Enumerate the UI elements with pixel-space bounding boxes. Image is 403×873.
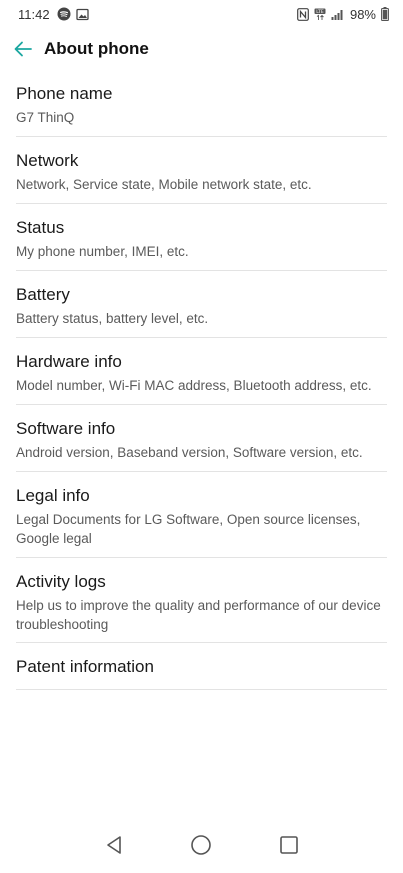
status-time: 11:42 <box>18 6 50 22</box>
about-phone-screen: 11:42 LTE 98% About phone Phone name G7 … <box>0 0 403 873</box>
status-left: 11:42 <box>18 7 89 22</box>
item-title: Battery <box>16 285 70 304</box>
list-item-battery[interactable]: Battery Battery status, battery level, e… <box>16 271 387 338</box>
item-title: Activity logs <box>16 572 106 591</box>
svg-text:LTE: LTE <box>316 9 324 15</box>
navigation-bar <box>0 817 403 873</box>
list-item-status[interactable]: Status My phone number, IMEI, etc. <box>16 204 387 271</box>
item-title: Network <box>16 151 79 170</box>
back-button[interactable] <box>12 38 34 60</box>
list-item-hardware-info[interactable]: Hardware info Model number, Wi-Fi MAC ad… <box>16 338 387 405</box>
item-title: Status <box>16 218 65 237</box>
status-bar: 11:42 LTE 98% <box>0 0 403 28</box>
item-summary: Android version, Baseband version, Softw… <box>16 445 363 460</box>
item-summary: Legal Documents for LG Software, Open so… <box>16 512 361 546</box>
home-circle-icon <box>191 835 212 855</box>
item-summary: Battery status, battery level, etc. <box>16 311 209 326</box>
gallery-notification-icon <box>75 8 89 21</box>
page-title: About phone <box>44 39 149 58</box>
list-item-legal-info[interactable]: Legal info Legal Documents for LG Softwa… <box>16 472 387 558</box>
volte-icon: LTE <box>314 8 326 21</box>
back-triangle-icon <box>107 836 121 854</box>
item-summary: Model number, Wi-Fi MAC address, Bluetoo… <box>16 378 372 393</box>
list-item-software-info[interactable]: Software info Android version, Baseband … <box>16 405 387 472</box>
battery-icon <box>381 7 389 21</box>
list-item-patent-information[interactable]: Patent information <box>16 643 387 690</box>
recents-square-icon <box>280 836 298 854</box>
item-summary: My phone number, IMEI, etc. <box>16 244 189 259</box>
battery-percentage: 98% <box>349 6 376 22</box>
item-title: Hardware info <box>16 352 122 371</box>
signal-icon <box>331 8 345 20</box>
nfc-icon <box>297 7 309 21</box>
item-summary: G7 ThinQ <box>16 110 75 125</box>
nav-recents-button[interactable] <box>274 830 304 860</box>
nav-home-button[interactable] <box>186 830 216 860</box>
app-bar: About phone <box>0 28 403 70</box>
item-summary: Help us to improve the quality and perfo… <box>16 598 381 632</box>
status-right: LTE 98% <box>297 7 389 22</box>
list-item-network[interactable]: Network Network, Service state, Mobile n… <box>16 137 387 204</box>
list-item-phone-name[interactable]: Phone name G7 ThinQ <box>16 70 387 137</box>
nav-back-button[interactable] <box>99 830 129 860</box>
item-title: Software info <box>16 419 116 438</box>
spotify-icon <box>57 7 71 21</box>
item-title: Phone name <box>16 84 113 103</box>
list-item-activity-logs[interactable]: Activity logs Help us to improve the qua… <box>16 558 387 643</box>
item-summary: Network, Service state, Mobile network s… <box>16 177 312 192</box>
item-title: Patent information <box>16 657 154 676</box>
settings-list: Phone name G7 ThinQ Network Network, Ser… <box>0 70 403 690</box>
back-arrow-icon <box>14 41 32 57</box>
item-title: Legal info <box>16 486 90 505</box>
